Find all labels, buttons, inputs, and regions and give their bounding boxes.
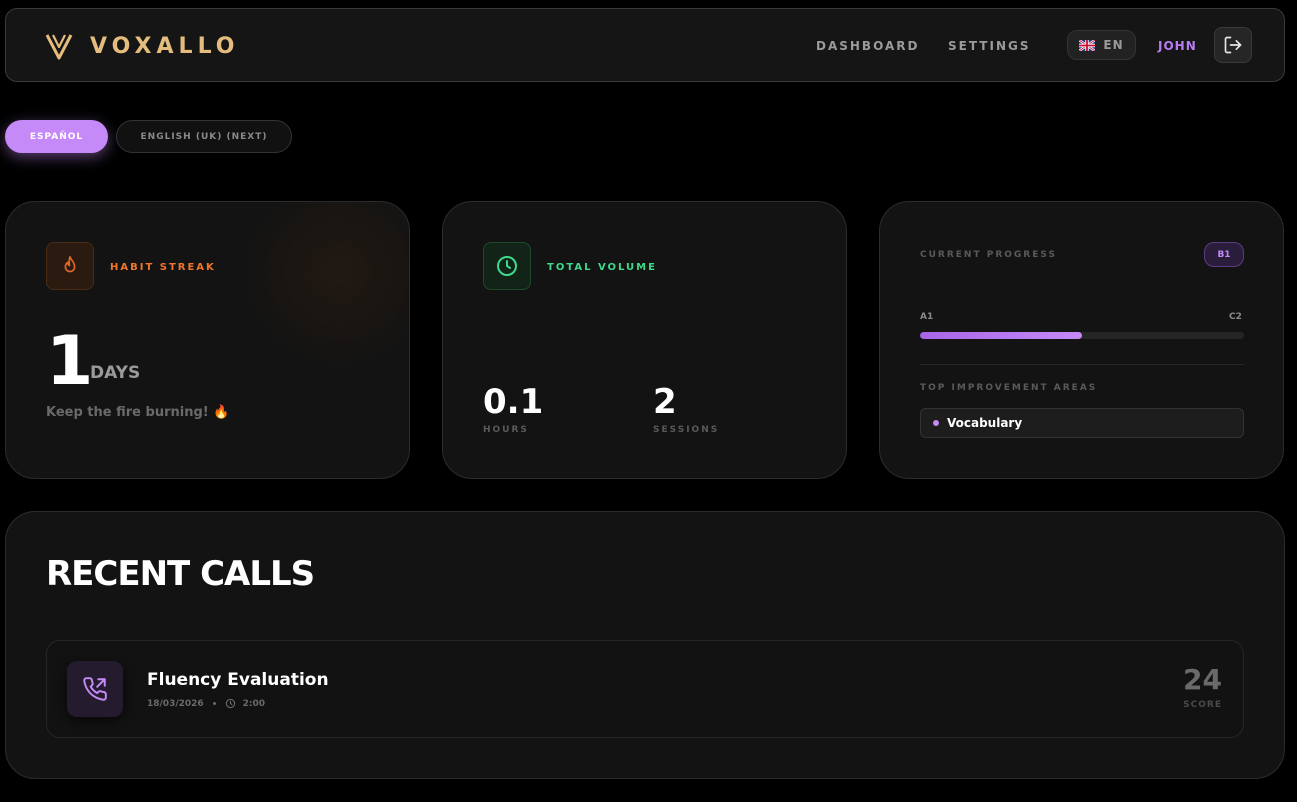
total-volume-card: TOTAL VOLUME 0.1 HOURS 2 SESSIONS [442, 201, 847, 479]
clock-icon [497, 256, 517, 276]
brand-logo[interactable]: VOXALLO [44, 31, 240, 61]
hours-value: 0.1 [483, 382, 544, 422]
clock-icon-box [483, 242, 531, 290]
uk-flag-icon [1079, 39, 1096, 51]
current-progress-label: CURRENT PROGRESS [920, 250, 1057, 260]
area-bullet-icon [933, 420, 939, 426]
phone-outgoing-icon [83, 677, 107, 701]
hours-label: HOURS [483, 425, 529, 435]
improvement-area-text: Vocabulary [947, 416, 1023, 430]
streak-message: Keep the fire burning! 🔥 [46, 405, 230, 420]
nav-dashboard[interactable]: DASHBOARD [816, 39, 919, 53]
nav-settings[interactable]: SETTINGS [948, 39, 1031, 53]
call-meta: 18/03/2026 2:00 [147, 698, 265, 709]
recent-calls-title: RECENT CALLS [46, 554, 315, 594]
call-title: Fluency Evaluation [147, 670, 329, 690]
recent-calls-section: RECENT CALLS Fluency Evaluation 18/03/20… [5, 511, 1285, 779]
call-date: 18/03/2026 [147, 698, 204, 709]
meta-separator [212, 702, 216, 705]
streak-value: 1 [46, 322, 94, 401]
tab-english-uk[interactable]: ENGLISH (UK) (NEXT) [116, 120, 292, 153]
flame-icon [64, 256, 76, 273]
call-score: 24 SCORE [1183, 663, 1222, 711]
total-volume-label: TOTAL VOLUME [547, 262, 657, 273]
score-label: SCORE [1183, 700, 1222, 710]
clock-icon [225, 698, 235, 709]
tab-espanol[interactable]: ESPAÑOL [5, 120, 108, 153]
call-duration: 2:00 [242, 698, 266, 709]
progress-bar-fill [920, 332, 1082, 339]
level-badge: B1 [1204, 242, 1244, 267]
call-icon-box [67, 661, 123, 717]
scale-max-label: C2 [1229, 312, 1242, 322]
sessions-value: 2 [653, 382, 677, 422]
habit-streak-card: HABIT STREAK 1 DAYS Keep the fire burnin… [5, 201, 410, 479]
sessions-label: SESSIONS [653, 425, 720, 435]
language-code: EN [1103, 38, 1124, 52]
scale-min-label: A1 [920, 312, 934, 322]
score-value: 24 [1183, 663, 1222, 696]
streak-unit: DAYS [90, 363, 141, 383]
progress-bar-track [920, 332, 1244, 339]
current-progress-card: CURRENT PROGRESS B1 A1 C2 TOP IMPROVEMEN… [879, 201, 1284, 479]
brand-name: VOXALLO [90, 33, 240, 59]
call-list-item[interactable]: Fluency Evaluation 18/03/2026 2:00 24 SC… [46, 640, 1244, 738]
language-selector[interactable]: EN [1067, 30, 1136, 60]
logout-icon [1224, 36, 1242, 54]
habit-streak-label: HABIT STREAK [110, 262, 216, 273]
logout-button[interactable] [1214, 27, 1252, 63]
voxallo-logo-icon [45, 34, 73, 60]
improvement-area-chip: Vocabulary [920, 408, 1244, 438]
top-navbar: VOXALLO DASHBOARD SETTINGS EN JOHN [5, 8, 1285, 82]
user-name[interactable]: JOHN [1158, 39, 1197, 53]
improvement-areas-label: TOP IMPROVEMENT AREAS [920, 383, 1098, 393]
divider [920, 364, 1244, 365]
flame-icon-box [46, 242, 94, 290]
